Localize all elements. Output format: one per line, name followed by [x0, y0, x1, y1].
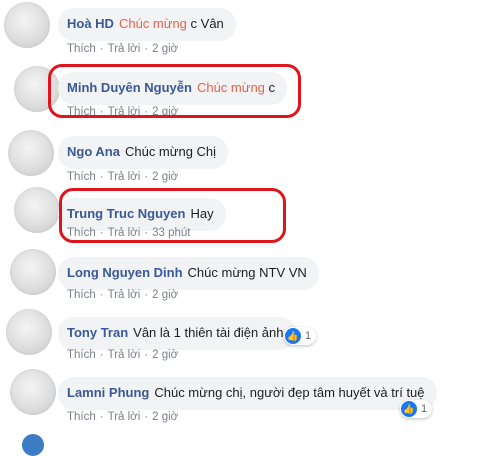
- timestamp[interactable]: 2 giờ: [152, 43, 178, 55]
- commenter-name[interactable]: Minh Duyên Nguyễn: [67, 80, 192, 95]
- comment-bubble: Hoà HD Chúc mừng c Vân: [58, 8, 236, 41]
- comment-text: Chúc mừng Chị: [124, 144, 217, 159]
- timestamp[interactable]: 2 giờ: [152, 349, 178, 361]
- avatar[interactable]: [6, 309, 52, 355]
- reply-link[interactable]: Trả lời: [108, 171, 141, 183]
- like-link[interactable]: Thích: [67, 349, 96, 361]
- comment-text: c Vân: [190, 16, 224, 31]
- comment-bubble: Tony Tran Vân là 1 thiên tài điện ảnh: [58, 317, 296, 350]
- timestamp[interactable]: 2 giờ: [152, 171, 178, 183]
- commenter-name[interactable]: Hoà HD: [67, 16, 114, 31]
- comment-actions: Thích · Trả lời · 2 giờ: [67, 289, 179, 301]
- timestamp[interactable]: 2 giờ: [152, 289, 178, 301]
- comment-actions: Thích · Trả lời · 33 phút: [67, 227, 191, 239]
- timestamp[interactable]: 2 giờ: [152, 106, 178, 118]
- like-thumbs-up-icon: 👍: [285, 328, 301, 344]
- comment-actions: Thích · Trả lời · 2 giờ: [67, 349, 179, 361]
- commenter-name[interactable]: Trung Truc Nguyen: [67, 206, 185, 221]
- reply-link[interactable]: Trả lời: [108, 349, 141, 361]
- like-link[interactable]: Thích: [67, 171, 96, 183]
- commenter-name[interactable]: Long Nguyen Dinh: [67, 265, 183, 280]
- comment-bubble: Ngo Ana Chúc mừng Chị: [58, 136, 229, 169]
- comment-text: Chúc mừng chị, người đẹp tâm huyết và tr…: [154, 385, 425, 400]
- comment-actions: Thích · Trả lời · 2 giờ: [67, 43, 179, 55]
- commenter-name[interactable]: Lamni Phung: [67, 385, 149, 400]
- reaction-count[interactable]: 👍 1: [400, 400, 433, 418]
- comment-bubble: Minh Duyên Nguyễn Chúc mừng c: [58, 72, 288, 105]
- reaction-count[interactable]: 👍 1: [284, 327, 317, 345]
- comment-text: Hay: [190, 206, 214, 221]
- reply-link[interactable]: Trả lời: [108, 106, 141, 118]
- avatar[interactable]: [10, 249, 56, 295]
- like-link[interactable]: Thích: [67, 411, 96, 423]
- like-thumbs-up-icon: 👍: [401, 401, 417, 417]
- comment-text: Chúc mừng NTV VN: [187, 265, 307, 280]
- like-link[interactable]: Thích: [67, 106, 96, 118]
- comment-bubble: Long Nguyen Dinh Chúc mừng NTV VN: [58, 257, 319, 290]
- like-link[interactable]: Thích: [67, 43, 96, 55]
- reply-link[interactable]: Trả lời: [108, 227, 141, 239]
- commenter-name[interactable]: Ngo Ana: [67, 144, 120, 159]
- avatar[interactable]: [14, 187, 60, 233]
- comment-actions: Thích · Trả lời · 2 giờ: [67, 411, 179, 423]
- like-link[interactable]: Thích: [67, 227, 96, 239]
- avatar[interactable]: [22, 434, 44, 456]
- commenter-name[interactable]: Tony Tran: [67, 325, 128, 340]
- avatar[interactable]: [14, 66, 60, 112]
- reply-link[interactable]: Trả lời: [108, 411, 141, 423]
- reaction-number: 1: [421, 403, 428, 415]
- reply-link[interactable]: Trả lời: [108, 43, 141, 55]
- highlighted-text: Chúc mừng: [118, 16, 187, 31]
- reaction-number: 1: [305, 330, 312, 342]
- reply-link[interactable]: Trả lời: [108, 289, 141, 301]
- comment-text: c: [268, 80, 276, 95]
- timestamp[interactable]: 2 giờ: [152, 411, 178, 423]
- comment-text: Vân là 1 thiên tài điện ảnh: [133, 325, 284, 340]
- comment-actions: Thích · Trả lời · 2 giờ: [67, 106, 179, 118]
- comment-bubble: Lamni Phung Chúc mừng chị, người đẹp tâm …: [58, 377, 437, 410]
- avatar[interactable]: [10, 369, 56, 415]
- timestamp[interactable]: 33 phút: [152, 227, 190, 239]
- comment-actions: Thích · Trả lời · 2 giờ: [67, 171, 179, 183]
- avatar[interactable]: [8, 130, 54, 176]
- avatar[interactable]: [4, 2, 50, 48]
- highlighted-text: Chúc mừng: [196, 80, 265, 95]
- like-link[interactable]: Thích: [67, 289, 96, 301]
